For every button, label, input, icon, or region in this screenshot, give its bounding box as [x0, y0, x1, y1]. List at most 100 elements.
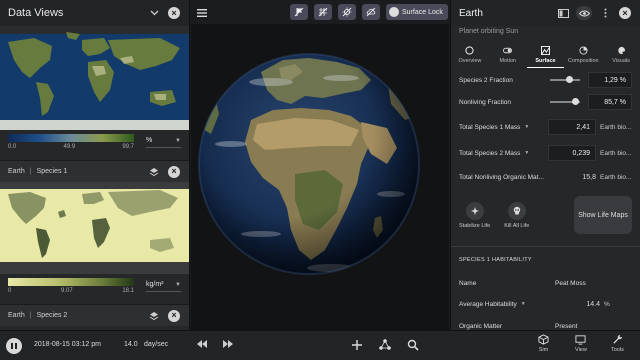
nonliving-fraction-row: Nonliving Fraction 85,7 % [451, 90, 640, 114]
data-views-header: Data Views × [0, 0, 189, 26]
properties-header: Earth × [451, 0, 640, 26]
mass-unit: Earth bio... [600, 173, 632, 181]
species2-mass-row: Total Species 2 Mass ▼ 0,239 Earth bio..… [451, 140, 640, 166]
mass-unit[interactable]: Earth bio... [600, 150, 632, 157]
stabilize-icon [465, 201, 484, 220]
rewind-button[interactable] [196, 339, 208, 349]
layer-map-1[interactable] [0, 26, 189, 130]
menu-button[interactable] [196, 6, 208, 18]
pause-icon [11, 343, 17, 349]
add-object-button[interactable] [351, 339, 363, 351]
show-life-maps-button[interactable]: Show Life Maps [574, 196, 632, 234]
skull-icon [507, 201, 526, 220]
sim-rate-value[interactable]: 14.0 [124, 341, 138, 348]
slider-knob[interactable] [566, 76, 573, 83]
divider [451, 246, 640, 247]
caret-down-icon[interactable]: ▼ [524, 150, 529, 156]
avg-habitability-unit: % [604, 300, 610, 308]
layer-title: Earth | Species 2 [8, 312, 141, 319]
tab-label: Surface [535, 57, 556, 64]
colorbar-row-1: 0.0 49.9 99.7 % ▼ [0, 130, 189, 160]
close-layer-button[interactable]: × [167, 309, 181, 323]
circle-icon [465, 46, 475, 55]
caret-down-icon[interactable]: ▼ [521, 301, 526, 307]
more-options-icon[interactable] [598, 6, 612, 20]
panel-toggle-icon[interactable] [556, 6, 570, 20]
colorbar-tick-mid: 9.07 [60, 288, 73, 294]
colorbar-tick-min: 0 [8, 288, 12, 294]
unit-select-1[interactable]: % ▼ [146, 134, 181, 148]
object-subtitle: Planet orbiting Sun [459, 28, 519, 35]
tool-label: Tools [611, 347, 624, 353]
species1-mass-value[interactable]: 2,41 [548, 119, 596, 135]
globe-viewport[interactable] [191, 24, 449, 330]
layers-icon[interactable] [147, 309, 161, 323]
close-icon: × [168, 165, 180, 178]
colorbar-1 [8, 134, 134, 142]
caret-down-icon: ▼ [175, 137, 181, 144]
species2-fraction-slider[interactable] [550, 76, 580, 83]
world-map-2 [0, 182, 189, 274]
tool-label: View [575, 347, 587, 353]
unit-select-value: % [146, 137, 153, 144]
layer-map-2[interactable] [0, 182, 189, 274]
species-name-value: Peat Moss [555, 279, 586, 287]
organic-matter-value: Present [555, 322, 578, 330]
colorbar-tick-min: 0.0 [8, 144, 17, 150]
field-label: Nonliving Fraction [459, 98, 512, 106]
life-actions-row: Stabilize Life Kill All Life Show Life M… [451, 188, 640, 238]
pause-button[interactable] [6, 338, 22, 354]
tab-label: Motion [499, 58, 516, 64]
layer-name: Species 1 [36, 168, 68, 175]
tab-surface[interactable]: Surface [526, 42, 565, 68]
view-tool-button[interactable]: View [575, 334, 587, 353]
toggle-grid-button[interactable] [314, 4, 332, 20]
chevron-down-icon[interactable] [147, 6, 161, 20]
stabilize-life-button[interactable]: Stabilize Life [459, 201, 491, 229]
close-panel-button[interactable]: × [167, 6, 181, 20]
unit-select-2[interactable]: kg/m² ▼ [146, 278, 181, 292]
nonliving-fraction-value[interactable]: 85,7 % [588, 94, 632, 110]
toggle-markers-button[interactable] [290, 4, 308, 20]
properties-panel: Earth × Planet orbiting Sun Overview Mot… [450, 0, 640, 330]
close-layer-button[interactable]: × [167, 165, 181, 179]
button-label: Stabilize Life [459, 222, 491, 229]
sim-datetime[interactable]: 2018-08-15 03:12 pm [34, 341, 101, 348]
layers-icon[interactable] [147, 165, 161, 179]
species2-fraction-value[interactable]: 1,29 % [588, 72, 632, 88]
network-button[interactable] [378, 338, 392, 352]
mass-unit[interactable]: Earth bio... [600, 124, 632, 131]
tools-button[interactable]: Tools [611, 334, 624, 353]
kill-all-life-button[interactable]: Kill All Life [504, 201, 529, 229]
caret-down-icon: ▼ [175, 281, 181, 288]
nonliving-fraction-slider[interactable] [550, 98, 580, 105]
species2-mass-value[interactable]: 0,239 [548, 145, 596, 161]
tab-overview[interactable]: Overview [451, 42, 489, 68]
surface-lock-button[interactable]: Surface Lock [386, 4, 448, 20]
close-properties-button[interactable]: × [618, 6, 632, 20]
palette-icon [617, 46, 625, 55]
toggle-icon [503, 47, 513, 54]
fast-forward-button[interactable] [222, 339, 234, 349]
eye-icon[interactable] [576, 6, 592, 20]
cloud-off-icon [366, 7, 376, 17]
terrain-icon [540, 45, 550, 55]
layer-header-species1: Earth | Species 1 × [0, 160, 189, 182]
tab-composition[interactable]: Composition [564, 42, 602, 68]
toggle-sun-button[interactable] [338, 4, 356, 20]
sim-tool-button[interactable]: Sim [538, 334, 549, 353]
caret-down-icon[interactable]: ▼ [524, 124, 529, 130]
hamburger-icon [197, 9, 207, 17]
slider-knob[interactable] [572, 98, 580, 105]
tab-label: Visuals [612, 58, 630, 64]
tab-label: Composition [568, 58, 599, 64]
bottom-bar: 2018-08-15 03:12 pm 14.0 day/sec Sim Vie… [0, 330, 640, 360]
nonliving-mass-row: Total Nonliving Organic Mat... 15,8 Eart… [451, 166, 640, 188]
search-button[interactable] [407, 339, 419, 351]
toggle-clouds-button[interactable] [362, 4, 380, 20]
tab-visuals[interactable]: Visuals [602, 42, 640, 68]
tab-motion[interactable]: Motion [489, 42, 527, 68]
field-label: Organic Matter [459, 322, 502, 330]
fast-forward-icon [223, 340, 233, 348]
species1-mass-row: Total Species 1 Mass ▼ 2,41 Earth bio... [451, 114, 640, 140]
